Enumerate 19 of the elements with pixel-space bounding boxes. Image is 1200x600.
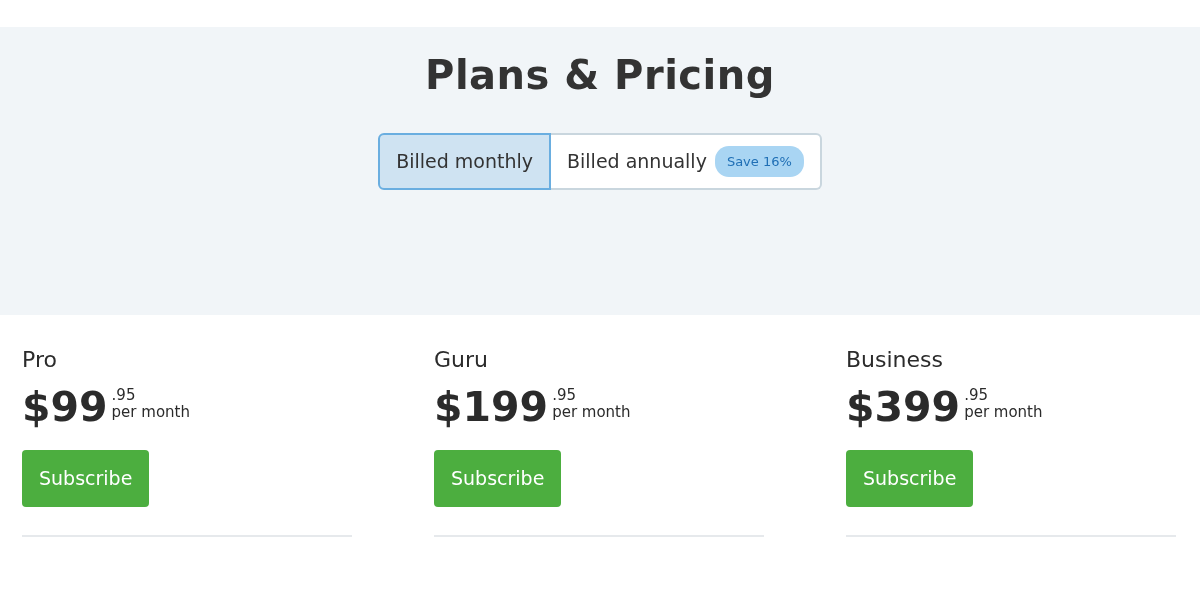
- subscribe-button[interactable]: Subscribe: [434, 450, 562, 507]
- price: $199: [434, 387, 549, 429]
- price: $399: [846, 387, 961, 429]
- price-cents: .95: [111, 387, 137, 404]
- plan-name: Guru: [434, 347, 489, 374]
- subscribe-button[interactable]: Subscribe: [22, 450, 150, 507]
- price-cents: .95: [552, 387, 577, 404]
- plan-name: Pro: [22, 347, 58, 374]
- price-cents: .95: [964, 387, 989, 404]
- save-badge: Save 16%: [714, 145, 804, 178]
- price-period: per month: [552, 403, 631, 421]
- subscribe-button[interactable]: Subscribe: [846, 450, 974, 507]
- billing-tab[interactable]: Billed annually Save 16%: [551, 133, 822, 190]
- billing-tab[interactable]: Billed monthly: [378, 133, 551, 190]
- page-title: Plans & Pricing: [424, 51, 776, 99]
- plan-name: Business: [846, 347, 944, 374]
- price: $99: [22, 387, 108, 429]
- price-period: per month: [964, 403, 1043, 421]
- price-period: per month: [111, 403, 190, 421]
